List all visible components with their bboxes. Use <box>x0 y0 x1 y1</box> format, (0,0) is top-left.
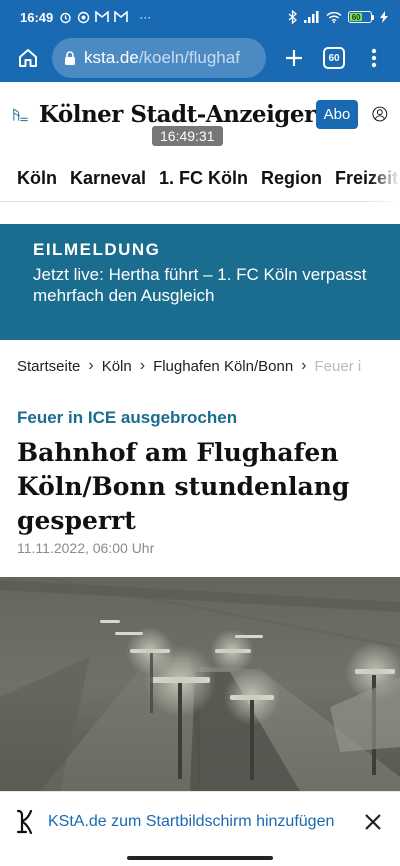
url-host: ksta.de <box>84 48 139 67</box>
browser-chrome: 16:49 ··· 60 ksta.de/koeln/flughaf 60 <box>0 0 400 82</box>
chevron-right-icon: › <box>139 357 146 374</box>
site-masthead[interactable]: Kölner Stadt-Anzeiger <box>39 101 316 128</box>
plus-icon <box>286 50 302 66</box>
nav-fade <box>370 156 400 202</box>
install-banner-text[interactable]: KStA.de zum Startbildschirm hinzufügen <box>48 813 362 831</box>
bluetooth-icon <box>288 10 297 24</box>
article-photo[interactable] <box>0 577 400 791</box>
article-headline: Bahnhof am Flughafen Köln/Bonn stundenla… <box>17 438 350 535</box>
close-icon[interactable] <box>362 811 384 833</box>
wifi-icon <box>326 11 342 23</box>
url-path: /koeln/flughaf <box>138 48 240 67</box>
system-icons: 60 <box>288 10 388 24</box>
breaking-label: EILMELDUNG <box>33 240 161 259</box>
time-tooltip: 16:49:31 <box>152 126 223 146</box>
breadcrumb: Startseite › Köln › Flughafen Köln/Bonn … <box>0 354 400 378</box>
article-date: 11.11.2022, 06:00 Uhr <box>17 540 155 556</box>
nav-item-fc-koeln[interactable]: 1. FC Köln <box>159 168 248 189</box>
chevron-right-icon: › <box>88 357 94 374</box>
breaking-news-banner[interactable]: EILMELDUNG Jetzt live: Hertha führt – 1.… <box>0 224 400 340</box>
mail-icon <box>114 11 129 22</box>
ksta-logo-icon[interactable] <box>12 99 29 129</box>
more-vertical-icon <box>371 48 377 68</box>
url-bar: ksta.de/koeln/flughaf 60 <box>0 34 400 82</box>
breadcrumb-item[interactable]: Flughafen Köln/Bonn <box>153 358 293 375</box>
tab-count: 60 <box>323 47 345 69</box>
battery-level: 60 <box>350 12 363 22</box>
address-field[interactable]: ksta.de/koeln/flughaf <box>52 38 266 78</box>
breadcrumb-item[interactable]: Startseite <box>17 358 80 375</box>
station-smoke-image <box>0 577 400 791</box>
record-icon <box>78 11 90 23</box>
home-button[interactable] <box>8 38 48 78</box>
tab-switcher-button[interactable]: 60 <box>314 38 354 78</box>
install-banner[interactable]: KStA.de zum Startbildschirm hinzufügen <box>0 791 400 851</box>
section-nav: Köln Karneval 1. FC Köln Region Freizeit <box>0 156 400 202</box>
nav-item-koeln[interactable]: Köln <box>17 168 57 189</box>
battery-icon: 60 <box>348 11 374 23</box>
abo-button[interactable]: Abo <box>315 99 359 129</box>
charging-icon <box>380 11 388 23</box>
ksta-k-logo-icon <box>16 809 33 834</box>
alarm-icon <box>60 12 71 23</box>
status-bar: 16:49 ··· 60 <box>0 0 400 34</box>
more-notifications: ··· <box>139 10 152 24</box>
user-account-icon[interactable] <box>372 101 388 127</box>
home-indicator[interactable] <box>127 856 273 860</box>
new-tab-button[interactable] <box>274 38 314 78</box>
gesture-bar <box>0 851 400 866</box>
article-kicker: Feuer in ICE ausgebrochen <box>17 408 238 427</box>
nav-item-region[interactable]: Region <box>261 168 322 189</box>
chevron-right-icon: › <box>301 357 307 374</box>
mail-icon <box>95 11 110 22</box>
status-time: 16:49 <box>20 9 54 25</box>
browser-menu-button[interactable] <box>354 38 394 78</box>
signal-icon <box>304 11 319 23</box>
notification-icons: ··· <box>59 10 151 24</box>
home-icon <box>19 49 37 67</box>
breaking-text[interactable]: Jetzt live: Hertha führt – 1. FC Köln ve… <box>33 264 384 306</box>
lock-icon <box>64 50 76 66</box>
breadcrumb-item[interactable]: Köln <box>102 358 132 375</box>
breadcrumb-item-current: Feuer i <box>314 357 362 375</box>
nav-item-karneval[interactable]: Karneval <box>70 168 146 189</box>
